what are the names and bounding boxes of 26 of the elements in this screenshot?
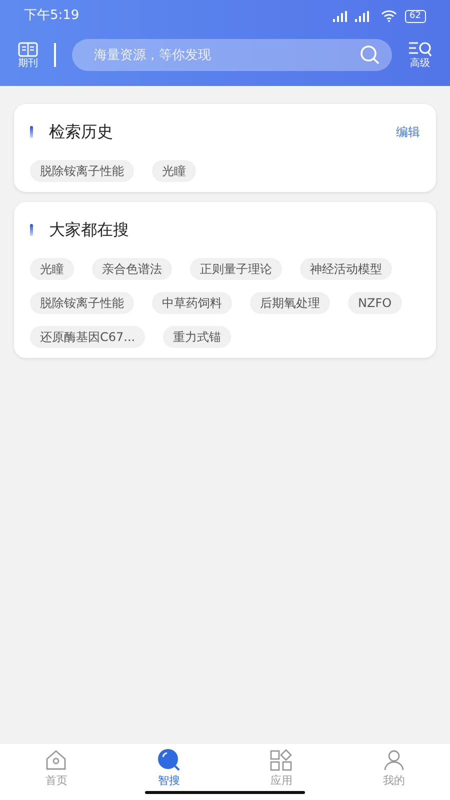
- advanced-search-button[interactable]: 高级: [408, 41, 432, 69]
- search-tag[interactable]: 光瞳: [152, 160, 196, 182]
- grid-icon: [269, 748, 294, 772]
- search-tag[interactable]: 神经活动模型: [300, 258, 392, 280]
- search-icon: [360, 45, 380, 65]
- section-title: 检索历史: [49, 121, 114, 143]
- search-tag[interactable]: 后期氧处理: [250, 292, 330, 314]
- search-tag[interactable]: 重力式锚: [163, 326, 232, 348]
- battery-indicator: 62: [404, 10, 426, 22]
- search-tag[interactable]: 脱除铵离子性能: [30, 292, 134, 314]
- search-tag[interactable]: 光瞳: [30, 258, 74, 280]
- search-tag[interactable]: NZFO: [348, 292, 402, 314]
- status-time: 下午5:19: [24, 7, 80, 26]
- section-title: 大家都在搜: [49, 219, 130, 241]
- accent-mark: [30, 126, 33, 138]
- wifi-icon: [380, 10, 397, 22]
- edit-link[interactable]: 编辑: [396, 123, 420, 141]
- search-tag[interactable]: 亲合色谱法: [92, 258, 172, 280]
- search-tag[interactable]: 还原酶基因C67...: [30, 326, 146, 348]
- search-tag[interactable]: 正则量子理论: [190, 258, 282, 280]
- search-tag[interactable]: 中草药饲料: [152, 292, 232, 314]
- person-icon: [382, 748, 406, 772]
- tab[interactable]: 智搜: [138, 748, 199, 790]
- home-icon: [44, 748, 68, 772]
- accent-mark: [30, 224, 33, 236]
- search-tag[interactable]: 脱除铵离子性能: [30, 160, 134, 182]
